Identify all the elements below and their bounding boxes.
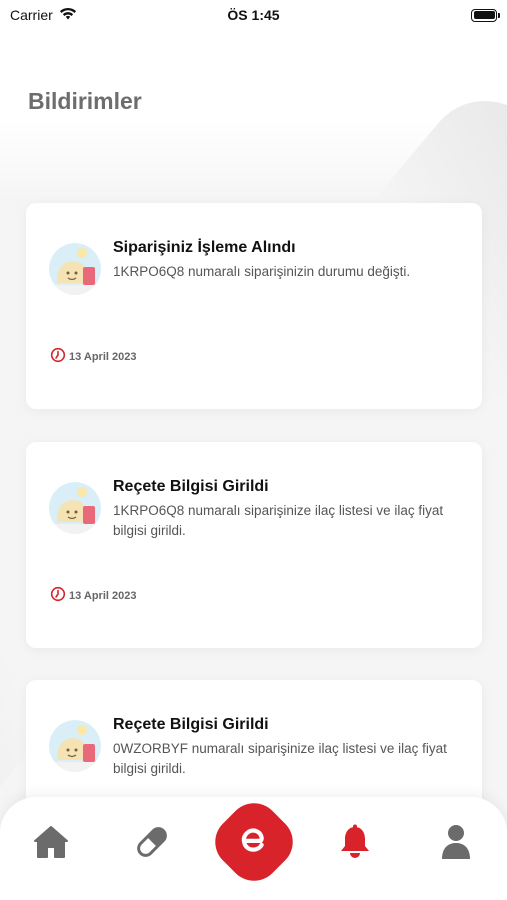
notification-title: Siparişiniz İşleme Alındı [113,239,296,256]
notification-description: 0WZORBYF numaralı siparişinize ilaç list… [113,741,447,776]
notification-date: 13 April 2023 [50,347,136,366]
bottom-navigation [0,792,507,900]
notification-description: 1KRPO6Q8 numaralı siparişinizin durumu d… [113,264,411,279]
nav-home[interactable] [31,824,71,864]
notification-avatar [49,482,101,534]
user-icon [440,824,472,865]
nav-notifications[interactable] [335,824,375,864]
brand-e-icon [237,823,271,862]
clock-icon [50,347,66,366]
notification-description: 1KRPO6Q8 numaralı siparişinize ilaç list… [113,503,444,538]
notification-avatar [49,243,101,295]
notification-title: Reçete Bilgisi Girildi [113,478,269,495]
notification-card[interactable]: Reçete Bilgisi Girildi 1KRPO6Q8 numaralı… [26,442,482,648]
bell-icon [338,824,372,865]
page-title: Bildirimler [28,88,142,114]
notification-avatar [49,720,101,772]
notification-date-text: 13 April 2023 [69,589,137,602]
nav-home-brand[interactable] [204,792,304,892]
notification-title: Reçete Bilgisi Girildi [113,716,269,733]
notification-date: 13 April 2023 [50,586,136,605]
notification-card[interactable]: Siparişiniz İşleme Alındı 1KRPO6Q8 numar… [26,203,482,409]
status-bar: Carrier ÖS 1:45 [0,0,507,30]
home-icon [33,825,69,864]
status-time: ÖS 1:45 [227,7,280,23]
battery-icon [471,8,500,22]
nav-medications[interactable] [132,824,172,864]
notification-date-text: 13 April 2023 [69,350,137,363]
nav-profile[interactable] [436,824,476,864]
pill-icon [133,823,171,866]
clock-icon [50,586,66,605]
